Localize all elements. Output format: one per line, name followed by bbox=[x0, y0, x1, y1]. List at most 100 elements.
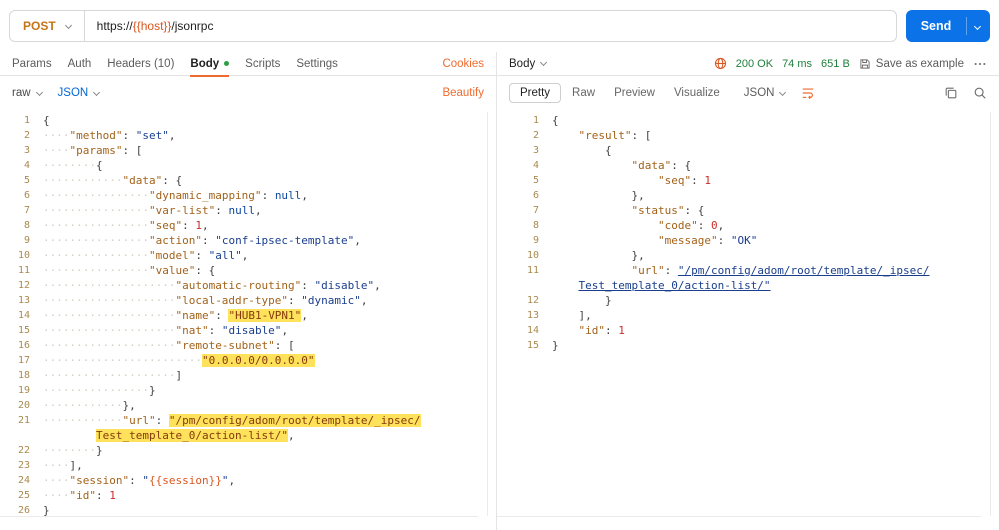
tab-body[interactable]: Body bbox=[190, 52, 229, 76]
code-line[interactable]: 25····"id": 1 bbox=[0, 488, 496, 503]
response-panel: Body 200 OK 74 ms 651 B Save as example bbox=[497, 52, 999, 530]
code-line[interactable]: 5 "seq": 1 bbox=[497, 173, 999, 188]
body-type-label: raw bbox=[12, 87, 31, 99]
code-line[interactable]: 8················"seq": 1, bbox=[0, 218, 496, 233]
code-line[interactable]: 1{ bbox=[0, 113, 496, 128]
horizontal-scrollbar[interactable] bbox=[0, 516, 478, 517]
tab-auth[interactable]: Auth bbox=[68, 52, 92, 76]
method-selector[interactable]: POST bbox=[10, 19, 84, 33]
line-number: 12 bbox=[497, 293, 539, 308]
line-number: 16 bbox=[0, 338, 30, 353]
code-line[interactable]: 12····················"automatic-routing… bbox=[0, 278, 496, 293]
tab-settings[interactable]: Settings bbox=[296, 52, 338, 76]
code-line[interactable]: 21············"url": "/pm/config/adom/ro… bbox=[0, 413, 496, 428]
horizontal-scrollbar[interactable] bbox=[497, 516, 981, 517]
code-line[interactable]: 13 ], bbox=[497, 308, 999, 323]
response-body-dropdown[interactable]: Body bbox=[509, 58, 546, 70]
code-line[interactable]: 15} bbox=[497, 338, 999, 353]
code-line[interactable]: 9 "message": "OK" bbox=[497, 233, 999, 248]
tab-params[interactable]: Params bbox=[12, 52, 52, 76]
code-line[interactable]: 3 { bbox=[497, 143, 999, 158]
wrap-text-icon[interactable] bbox=[801, 86, 815, 100]
request-tabs-row: Params Auth Headers (10) Body Scripts Se… bbox=[0, 52, 496, 76]
code-line[interactable]: 22········} bbox=[0, 443, 496, 458]
cookies-link[interactable]: Cookies bbox=[442, 58, 484, 70]
code-line[interactable]: 10 }, bbox=[497, 248, 999, 263]
response-language-dropdown[interactable]: JSON bbox=[744, 87, 786, 99]
request-body-editor[interactable]: 1{2····"method": "set",3····"params": [4… bbox=[0, 110, 496, 530]
vertical-scrollbar[interactable] bbox=[990, 112, 991, 516]
view-tab-pretty[interactable]: Pretty bbox=[509, 83, 561, 103]
line-number: 3 bbox=[0, 143, 30, 158]
code-line[interactable]: 3····"params": [ bbox=[0, 143, 496, 158]
more-options-icon[interactable] bbox=[973, 57, 987, 71]
tab-headers[interactable]: Headers (10) bbox=[107, 52, 174, 76]
search-icon[interactable] bbox=[973, 86, 987, 100]
code-line[interactable]: 2····"method": "set", bbox=[0, 128, 496, 143]
language-dropdown[interactable]: JSON bbox=[58, 87, 100, 99]
line-number: 12 bbox=[0, 278, 30, 293]
response-header-row: Body 200 OK 74 ms 651 B Save as example bbox=[497, 52, 999, 76]
code-line[interactable]: 7 "status": { bbox=[497, 203, 999, 218]
code-line[interactable]: 4 "data": { bbox=[497, 158, 999, 173]
line-number bbox=[497, 278, 539, 293]
tab-scripts[interactable]: Scripts bbox=[245, 52, 280, 76]
code-line[interactable]: 16····················"remote-subnet": [ bbox=[0, 338, 496, 353]
code-line[interactable]: 20············}, bbox=[0, 398, 496, 413]
body-type-dropdown[interactable]: raw bbox=[12, 87, 42, 99]
save-as-example-button[interactable]: Save as example bbox=[859, 58, 964, 70]
code-line[interactable]: 10················"model": "all", bbox=[0, 248, 496, 263]
response-body-editor[interactable]: 1{2 "result": [3 {4 "data": {5 "seq": 16… bbox=[497, 110, 999, 530]
line-number: 2 bbox=[497, 128, 539, 143]
url-input[interactable]: https://{{host}}/jsonrpc bbox=[85, 19, 226, 33]
url-link[interactable]: "/pm/config/adom/root/template/_ipsec/ bbox=[678, 264, 930, 277]
code-line[interactable]: 8 "code": 0, bbox=[497, 218, 999, 233]
code-line[interactable]: Test_template_0/action-list/", bbox=[0, 428, 496, 443]
code-line[interactable]: 15····················"nat": "disable", bbox=[0, 323, 496, 338]
url-link[interactable]: Test_template_0/action-list/" bbox=[579, 279, 771, 292]
chevron-down-icon bbox=[35, 88, 42, 95]
send-button[interactable]: Send bbox=[906, 10, 990, 42]
line-number: 7 bbox=[497, 203, 539, 218]
status-code: 200 OK bbox=[736, 58, 773, 70]
code-line[interactable]: 9················"action": "conf-ipsec-t… bbox=[0, 233, 496, 248]
code-line[interactable]: 12 } bbox=[497, 293, 999, 308]
code-line[interactable]: 13····················"local-addr-type":… bbox=[0, 293, 496, 308]
code-line[interactable]: 19················} bbox=[0, 383, 496, 398]
code-line[interactable]: 5············"data": { bbox=[0, 173, 496, 188]
request-body-toolbar: raw JSON Beautify bbox=[0, 76, 496, 110]
line-number: 20 bbox=[0, 398, 30, 413]
code-line[interactable]: 24····"session": "{{session}}", bbox=[0, 473, 496, 488]
code-line[interactable]: 4········{ bbox=[0, 158, 496, 173]
url-suffix: /jsonrpc bbox=[171, 19, 213, 33]
view-tab-visualize[interactable]: Visualize bbox=[666, 84, 728, 102]
response-toolbar-icons bbox=[944, 86, 987, 100]
code-line[interactable]: 23····], bbox=[0, 458, 496, 473]
code-line[interactable]: 1{ bbox=[497, 113, 999, 128]
chevron-down-icon bbox=[93, 88, 100, 95]
code-line[interactable]: 11 "url": "/pm/config/adom/root/template… bbox=[497, 263, 999, 278]
line-number bbox=[0, 428, 30, 443]
request-bar: POST https://{{host}}/jsonrpc Send bbox=[0, 0, 999, 52]
code-line[interactable]: 14····················"name": "HUB1-VPN1… bbox=[0, 308, 496, 323]
code-line[interactable]: Test_template_0/action-list/" bbox=[497, 278, 999, 293]
vertical-scrollbar[interactable] bbox=[487, 112, 488, 516]
code-line[interactable]: 6················"dynamic_mapping": null… bbox=[0, 188, 496, 203]
copy-icon[interactable] bbox=[944, 86, 958, 100]
code-line[interactable]: 7················"var-list": null, bbox=[0, 203, 496, 218]
save-icon bbox=[859, 58, 871, 70]
code-line[interactable]: 17························"0.0.0.0/0.0.0… bbox=[0, 353, 496, 368]
beautify-link[interactable]: Beautify bbox=[442, 87, 484, 99]
network-icon[interactable] bbox=[714, 57, 727, 70]
view-tab-raw[interactable]: Raw bbox=[564, 84, 603, 102]
line-number: 14 bbox=[0, 308, 30, 323]
code-line[interactable]: 11················"value": { bbox=[0, 263, 496, 278]
line-number: 5 bbox=[497, 173, 539, 188]
view-tab-preview[interactable]: Preview bbox=[606, 84, 663, 102]
code-line[interactable]: 14 "id": 1 bbox=[497, 323, 999, 338]
code-line[interactable]: 6 }, bbox=[497, 188, 999, 203]
api-client-window: POST https://{{host}}/jsonrpc Send Param… bbox=[0, 0, 999, 530]
response-time: 74 ms bbox=[782, 58, 812, 70]
code-line[interactable]: 18····················] bbox=[0, 368, 496, 383]
code-line[interactable]: 2 "result": [ bbox=[497, 128, 999, 143]
